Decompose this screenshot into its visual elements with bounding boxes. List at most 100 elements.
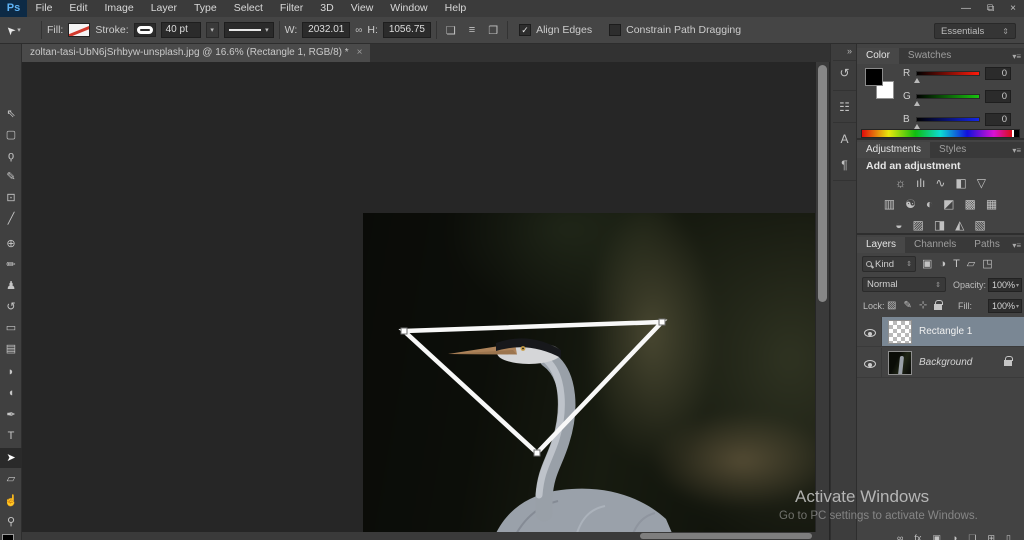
eyedropper-tool[interactable]: ╱ xyxy=(0,209,22,229)
color-lookup-icon[interactable]: ▦ xyxy=(986,196,997,212)
green-slider[interactable] xyxy=(914,93,980,106)
marquee-tool[interactable]: ▢ xyxy=(0,125,22,145)
layer-name[interactable]: Background xyxy=(919,357,972,368)
expand-panels-icon[interactable]: » xyxy=(847,46,852,56)
panel-menu-icon[interactable]: ▾≡ xyxy=(1012,52,1021,61)
stroke-width-dropdown[interactable]: ▾ xyxy=(205,22,219,38)
layer-mask-icon[interactable]: ▣ xyxy=(932,532,941,540)
horizontal-scrollbar-thumb[interactable] xyxy=(640,533,812,539)
menu-edit[interactable]: Edit xyxy=(61,0,96,17)
blue-value-field[interactable]: 0 xyxy=(985,112,1011,126)
restore-button[interactable]: ⧉ xyxy=(987,0,994,17)
filter-adjustment-layers-icon[interactable]: ◑ xyxy=(939,256,946,272)
lasso-tool[interactable]: ϙ xyxy=(0,146,22,166)
clone-stamp-tool[interactable]: ♟ xyxy=(0,276,22,296)
threshold-icon[interactable]: ◨ xyxy=(934,217,945,233)
layer-group-icon[interactable]: ❏ xyxy=(968,532,976,540)
delete-layer-icon[interactable]: ▯ xyxy=(1006,532,1011,540)
curves-icon[interactable]: ∿ xyxy=(935,175,945,191)
close-tab-icon[interactable]: × xyxy=(357,44,363,62)
tab-layers[interactable]: Layers xyxy=(857,237,906,253)
slider-thumb[interactable] xyxy=(914,100,920,106)
tab-channels[interactable]: Channels xyxy=(905,237,965,253)
layer-filter-kind-dropdown[interactable]: Kind ⇕ xyxy=(862,256,916,272)
color-spectrum-ramp[interactable] xyxy=(861,129,1020,138)
menu-image[interactable]: Image xyxy=(96,0,142,17)
slider-thumb[interactable] xyxy=(914,123,920,129)
filter-type-layers-icon[interactable]: T xyxy=(953,256,960,272)
gradient-tool[interactable]: ▤ xyxy=(0,339,22,359)
pen-tool[interactable]: ✒ xyxy=(0,405,22,425)
channel-mixer-icon[interactable]: ▩ xyxy=(965,196,976,212)
shape-width-field[interactable]: 2032.01 xyxy=(302,22,351,38)
menu-file[interactable]: File xyxy=(27,0,61,17)
vertical-scrollbar-thumb[interactable] xyxy=(818,65,827,302)
layer-visibility-eye-icon[interactable] xyxy=(864,360,876,368)
character-panel-icon[interactable]: A xyxy=(831,132,858,146)
fill-color-swatch[interactable] xyxy=(68,23,91,37)
crop-tool[interactable]: ⊡ xyxy=(0,188,22,208)
healing-brush-tool[interactable]: ⊕ xyxy=(0,234,22,254)
menu-filter[interactable]: Filter xyxy=(271,0,311,17)
panel-menu-icon[interactable]: ▾≡ xyxy=(1012,241,1021,250)
menu-select[interactable]: Select xyxy=(225,0,271,17)
filter-pixel-layers-icon[interactable]: ▣ xyxy=(922,256,932,272)
path-operations-icon[interactable]: ❏ xyxy=(442,24,460,37)
workspace-switcher[interactable]: Essentials ⇕ xyxy=(934,23,1016,39)
history-panel-icon[interactable]: ↺ xyxy=(831,66,858,80)
color-panel-swatches[interactable] xyxy=(865,68,899,102)
menu-type[interactable]: Type xyxy=(185,0,225,17)
blend-mode-dropdown[interactable]: Normal ⇕ xyxy=(862,277,946,292)
layer-style-icon[interactable]: fx xyxy=(914,532,921,540)
foreground-color-swatch[interactable] xyxy=(2,534,14,540)
layer-row-background[interactable]: Background xyxy=(857,348,1024,378)
path-arrangement-icon[interactable]: ❐ xyxy=(484,24,502,37)
invert-icon[interactable]: ◒ xyxy=(895,217,902,233)
selective-color-icon[interactable]: ◭ xyxy=(955,217,964,233)
canvas-area[interactable] xyxy=(22,62,830,540)
foreground-color-swatch[interactable] xyxy=(865,68,883,86)
tab-adjustments[interactable]: Adjustments xyxy=(857,142,931,158)
layer-thumbnail[interactable] xyxy=(888,320,912,344)
layer-thumbnail[interactable] xyxy=(888,351,912,375)
triangle-shape-layer[interactable] xyxy=(363,213,815,540)
filter-smart-objects-icon[interactable]: ◳ xyxy=(982,256,992,272)
quick-selection-tool[interactable]: ✎ xyxy=(0,167,22,187)
fill-dropdown[interactable]: 100% ▾ xyxy=(988,299,1022,313)
move-tool[interactable]: ⇖ xyxy=(0,104,22,124)
panel-menu-icon[interactable]: ▾≡ xyxy=(1012,146,1021,155)
exposure-icon[interactable]: ◧ xyxy=(955,175,966,191)
red-value-field[interactable]: 0 xyxy=(985,66,1011,80)
hue-saturation-icon[interactable]: ▥ xyxy=(884,196,895,212)
blur-tool[interactable]: ◗ xyxy=(0,362,22,382)
brush-tool[interactable]: ✏ xyxy=(0,255,22,275)
layer-row-rectangle-1[interactable]: Rectangle 1 xyxy=(857,317,1024,347)
type-tool[interactable]: T xyxy=(0,426,22,446)
constrain-path-dragging-checkbox[interactable]: ✓ xyxy=(609,24,622,36)
align-edges-checkbox[interactable]: ✓ xyxy=(519,24,532,36)
tab-paths[interactable]: Paths xyxy=(965,237,1009,253)
lock-position-icon[interactable]: ⊹ xyxy=(919,300,927,311)
stroke-style-dropdown[interactable]: ▾ xyxy=(223,22,274,38)
vertical-scrollbar[interactable] xyxy=(816,62,829,540)
close-button[interactable]: × xyxy=(1010,0,1016,17)
layer-visibility-eye-icon[interactable] xyxy=(864,329,876,337)
levels-icon[interactable]: ılı xyxy=(916,175,925,191)
blue-slider[interactable] xyxy=(914,116,980,129)
document-tab[interactable]: zoltan-tasi-UbN6jSrhbyw-unsplash.jpg @ 1… xyxy=(22,44,371,62)
link-layers-icon[interactable]: ∞ xyxy=(897,532,903,540)
history-brush-tool[interactable]: ↺ xyxy=(0,297,22,317)
posterize-icon[interactable]: ▨ xyxy=(912,217,923,233)
new-layer-icon[interactable]: ⊞ xyxy=(987,532,995,540)
foreground-background-swatches[interactable] xyxy=(1,534,21,540)
menu-window[interactable]: Window xyxy=(382,0,436,17)
lock-all-icon[interactable] xyxy=(934,300,944,310)
path-selection-tool[interactable]: ➤ xyxy=(0,448,22,468)
filter-shape-layers-icon[interactable]: ▱ xyxy=(967,256,975,272)
lock-pixels-icon[interactable]: ✎ xyxy=(903,300,911,311)
tab-swatches[interactable]: Swatches xyxy=(899,48,960,64)
photo-filter-icon[interactable]: ◩ xyxy=(943,196,954,212)
dodge-tool[interactable]: ◖ xyxy=(0,383,22,403)
paragraph-panel-icon[interactable]: ¶ xyxy=(831,158,858,172)
green-value-field[interactable]: 0 xyxy=(985,89,1011,103)
